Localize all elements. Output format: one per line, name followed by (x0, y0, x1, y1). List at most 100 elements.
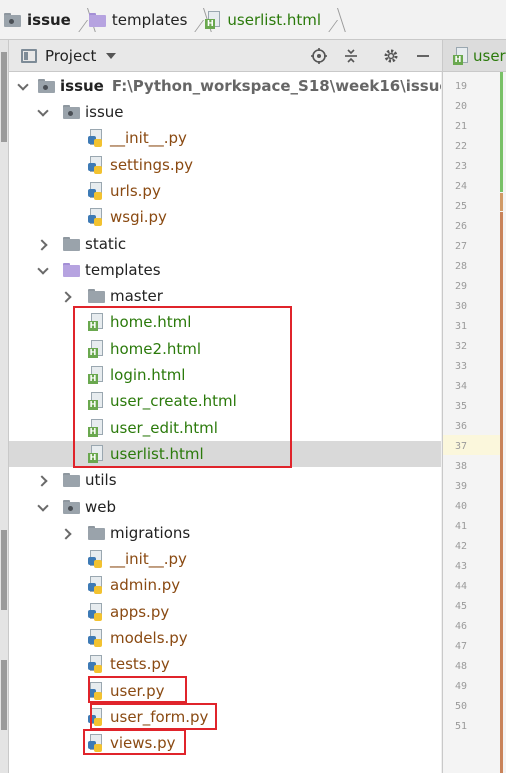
html-file-icon: H (453, 46, 469, 65)
line-number: 29 (455, 281, 468, 292)
folder-icon (4, 12, 21, 27)
project-tool-window-tab[interactable] (1, 52, 7, 142)
line-number: 51 (455, 721, 468, 732)
tree-root-path: F:\Python_workspace_S18\week16\issue (111, 77, 442, 95)
line-number: 26 (455, 221, 468, 232)
folder-icon (38, 79, 55, 93)
breadcrumb-label: templates (111, 10, 188, 29)
tree-row[interactable]: user.py (9, 678, 442, 704)
line-number: 33 (455, 361, 468, 372)
expand-arrow-icon[interactable] (62, 529, 72, 539)
line-number: 23 (455, 161, 468, 172)
panel-title[interactable]: Project (45, 47, 96, 65)
line-number: 39 (455, 481, 468, 492)
breadcrumb-item-userlist[interactable]: H userlist.html (201, 0, 321, 40)
breadcrumb: issue templates H userlist.html (0, 0, 506, 40)
expand-arrow-icon[interactable] (62, 292, 72, 302)
expand-arrow-icon[interactable] (38, 476, 48, 486)
project-tree: issue F:\Python_workspace_S18\week16\issu… (9, 72, 442, 773)
breadcrumb-item-templates[interactable]: templates (85, 0, 188, 40)
ide-window: issue templates H userlist.html Project (0, 0, 506, 773)
gear-icon[interactable] (381, 46, 401, 66)
tree-row-label: static (85, 234, 127, 253)
highlight-box-user-py (88, 676, 187, 703)
python-file-icon (88, 129, 104, 148)
tree-row[interactable]: __init__.py (9, 546, 442, 572)
line-number: 30 (455, 301, 468, 312)
vcs-added-marker[interactable] (500, 72, 503, 192)
folder-icon (63, 499, 80, 514)
tree-row[interactable]: templates (9, 257, 442, 283)
line-number: 40 (455, 501, 468, 512)
line-number: 25 (455, 201, 468, 212)
collapse-arrow-icon[interactable] (38, 502, 48, 512)
tree-row[interactable]: web (9, 494, 442, 520)
line-number: 48 (455, 661, 468, 672)
line-number: 24 (455, 181, 468, 192)
line-number: 36 (455, 421, 468, 432)
tree-row[interactable]: user_form.py (9, 704, 442, 730)
python-file-icon (88, 155, 104, 174)
tree-row[interactable]: migrations (9, 520, 442, 546)
folder-purple-icon (63, 262, 80, 277)
line-number: 46 (455, 621, 468, 632)
line-number: 37 (455, 441, 468, 452)
tree-row-label: tests.py (110, 655, 170, 674)
breadcrumb-label: userlist.html (227, 10, 322, 29)
python-file-icon (88, 208, 104, 227)
left-tool-strip (0, 40, 9, 773)
tree-row[interactable]: static (9, 231, 442, 257)
line-number: 43 (455, 561, 468, 572)
line-number: 42 (455, 541, 468, 552)
line-number: 32 (455, 341, 468, 352)
collapse-all-icon[interactable] (341, 46, 361, 66)
line-number: 50 (455, 701, 468, 712)
tree-row[interactable]: urls.py (9, 178, 442, 204)
tree-row[interactable]: admin.py (9, 572, 442, 598)
line-number: 45 (455, 601, 468, 612)
html-file-icon: H (205, 10, 221, 29)
python-file-icon (88, 655, 104, 674)
editor-pane: H user 19 20 21 22 23 24 25 26 27 28 29 30 31 32 33 34 3… (442, 40, 506, 773)
favorites-tool-window-tab[interactable] (1, 660, 7, 730)
line-number: 44 (455, 581, 468, 592)
line-number: 31 (455, 321, 468, 332)
tree-row[interactable]: models.py (9, 625, 442, 651)
folder-icon (88, 525, 105, 540)
locate-icon[interactable] (309, 46, 329, 66)
tree-row-label: __init__.py (110, 129, 187, 148)
tree-row[interactable]: wsgi.py (9, 204, 442, 230)
tree-row-label: admin.py (110, 576, 181, 595)
project-panel-header: Project (9, 40, 442, 72)
minimize-icon[interactable] (413, 46, 433, 66)
tree-row[interactable]: utils (9, 467, 442, 493)
line-number: 34 (455, 381, 468, 392)
tree-row[interactable]: tests.py (9, 651, 442, 677)
expand-arrow-icon[interactable] (18, 81, 28, 91)
line-number: 49 (455, 681, 468, 692)
line-number: 38 (455, 461, 468, 472)
breadcrumb-item-issue[interactable]: issue (0, 0, 71, 40)
tree-row-root[interactable]: issue F:\Python_workspace_S18\week16\issu… (9, 73, 442, 99)
project-icon (21, 48, 37, 63)
structure-tool-window-tab[interactable] (1, 530, 7, 610)
collapse-arrow-icon[interactable] (38, 107, 48, 117)
tree-row[interactable]: apps.py (9, 599, 442, 625)
line-number: 21 (455, 121, 468, 132)
tree-row-label: __init__.py (110, 550, 187, 569)
tree-row[interactable]: issue (9, 99, 442, 125)
tree-row[interactable]: __init__.py (9, 125, 442, 151)
chevron-down-icon[interactable] (106, 52, 117, 59)
expand-arrow-icon[interactable] (38, 240, 48, 250)
python-file-icon (88, 629, 104, 647)
tree-row-label: urls.py (110, 181, 161, 200)
tree-row[interactable]: views.py (9, 730, 442, 756)
collapse-arrow-icon[interactable] (38, 265, 48, 275)
highlight-box-user-form-py (90, 703, 217, 730)
folder-icon (63, 105, 80, 119)
vcs-modified-marker[interactable] (500, 193, 503, 211)
tree-row-label: templates (85, 260, 161, 279)
vcs-changed-marker[interactable] (500, 212, 503, 773)
tree-row[interactable]: settings.py (9, 152, 442, 178)
editor-tab-userlist[interactable]: H user (443, 40, 506, 72)
